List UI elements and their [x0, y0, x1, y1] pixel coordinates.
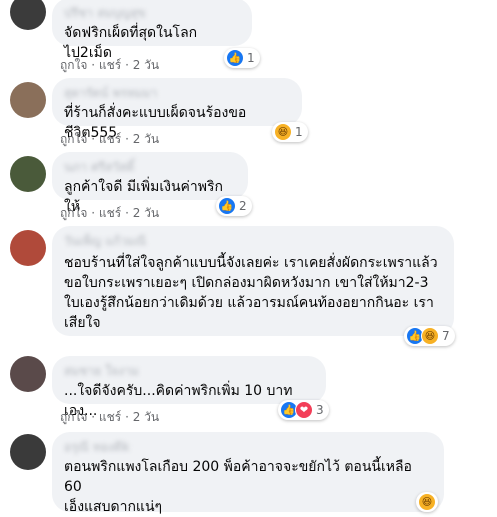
reaction-summary[interactable]: 😆 [416, 492, 438, 512]
comment-author[interactable]: วันเพ็ญ แก้วมณี [64, 234, 442, 249]
reaction-count: 3 [316, 403, 324, 417]
comment-text: ชอบร้านที่ใส่ใจลูกค้าแบบนี้จังเลยค่ะ เรา… [64, 255, 438, 331]
reply-link[interactable]: แชร์ [99, 58, 121, 72]
timestamp[interactable]: 2 วัน [133, 132, 159, 146]
comment-bubble: นภา ศรีสวัสดิ์ ลูกค้าใจดี มีเพิ่มเงินค่า… [52, 152, 248, 215]
reaction-count: 7 [442, 329, 450, 343]
comment-bubble: อรุณี ทองดีk ตอนพริกแพงโลเกือบ 200 พ็อค้… [52, 432, 444, 515]
haha-reaction-icon: 😆 [418, 493, 436, 511]
like-link[interactable]: ถูกใจ [60, 132, 87, 146]
reaction-summary[interactable]: 😆 1 [272, 122, 308, 142]
avatar[interactable] [10, 356, 46, 392]
comment-actions: ถูกใจ · แชร์ · 2 วัน [60, 410, 159, 424]
reaction-summary[interactable]: 👍 ❤ 3 [278, 400, 329, 420]
avatar[interactable] [10, 434, 46, 470]
reaction-count: 1 [295, 125, 303, 139]
comment-author[interactable]: อรุณี ทองดีk [64, 440, 432, 455]
separator: · [91, 58, 96, 72]
timestamp[interactable]: 2 วัน [133, 206, 159, 220]
reaction-count: 1 [247, 51, 255, 65]
timestamp[interactable]: 2 วัน [133, 58, 159, 72]
like-link[interactable]: ถูกใจ [60, 58, 87, 72]
separator: · [91, 132, 96, 146]
like-reaction-icon: 👍 [226, 49, 244, 67]
avatar[interactable] [10, 230, 46, 266]
comment-bubble: สุดารัตน์ พรหมมา ที่ร้านก็สั่งคะแบบเผ็ดจ… [52, 78, 302, 141]
comment-author[interactable]: นภา ศรีสวัสดิ์ [64, 160, 236, 175]
comment-bubble: ปรีชา สมบุญสุข จัดฟริกเผ็ดที่สุดในโลกไป2… [52, 0, 252, 61]
reaction-summary[interactable]: 👍 😆 7 [404, 326, 455, 346]
comment-actions: ถูกใจ · แชร์ · 2 วัน [60, 58, 159, 72]
comment-actions: ถูกใจ · แชร์ · 2 วัน [60, 206, 159, 220]
haha-reaction-icon: 😆 [421, 327, 439, 345]
comment-actions: ถูกใจ · แชร์ · 2 วัน [60, 132, 159, 146]
comment-text: จัดฟริกเผ็ดที่สุดในโลกไป2เม็ด [64, 25, 198, 61]
like-link[interactable]: ถูกใจ [60, 410, 87, 424]
avatar[interactable] [10, 156, 46, 192]
love-reaction-icon: ❤ [295, 401, 313, 419]
reply-link[interactable]: แชร์ [99, 410, 121, 424]
haha-reaction-icon: 😆 [274, 123, 292, 141]
timestamp[interactable]: 2 วัน [133, 410, 159, 424]
comment-text: ตอนพริกแพงโลเกือบ 200 พ็อค้าอาจจะขยักไว้… [64, 459, 412, 515]
comment-author[interactable]: ปรีชา สมบุญสุข [64, 6, 240, 21]
separator: · [125, 410, 129, 424]
separator: · [125, 58, 129, 72]
avatar[interactable] [10, 82, 46, 118]
separator: · [91, 206, 96, 220]
comment-bubble: วันเพ็ญ แก้วมณี ชอบร้านที่ใส่ใจลูกค้าแบบ… [52, 226, 454, 336]
separator: · [125, 132, 129, 146]
like-reaction-icon: 👍 [218, 197, 236, 215]
comment-author[interactable]: สุดารัตน์ พรหมมา [64, 86, 290, 101]
comment-bubble: สมชาย ใจงาม ...ใจดีจังครับ...คิดค่าพริกเ… [52, 356, 326, 419]
separator: · [125, 206, 129, 220]
reaction-count: 2 [239, 199, 247, 213]
reaction-summary[interactable]: 👍 1 [224, 48, 260, 68]
reply-link[interactable]: แชร์ [99, 206, 121, 220]
avatar[interactable] [10, 0, 46, 30]
reaction-summary[interactable]: 👍 2 [216, 196, 252, 216]
separator: · [91, 410, 96, 424]
comment-author[interactable]: สมชาย ใจงาม [64, 364, 314, 379]
like-link[interactable]: ถูกใจ [60, 206, 87, 220]
reply-link[interactable]: แชร์ [99, 132, 121, 146]
